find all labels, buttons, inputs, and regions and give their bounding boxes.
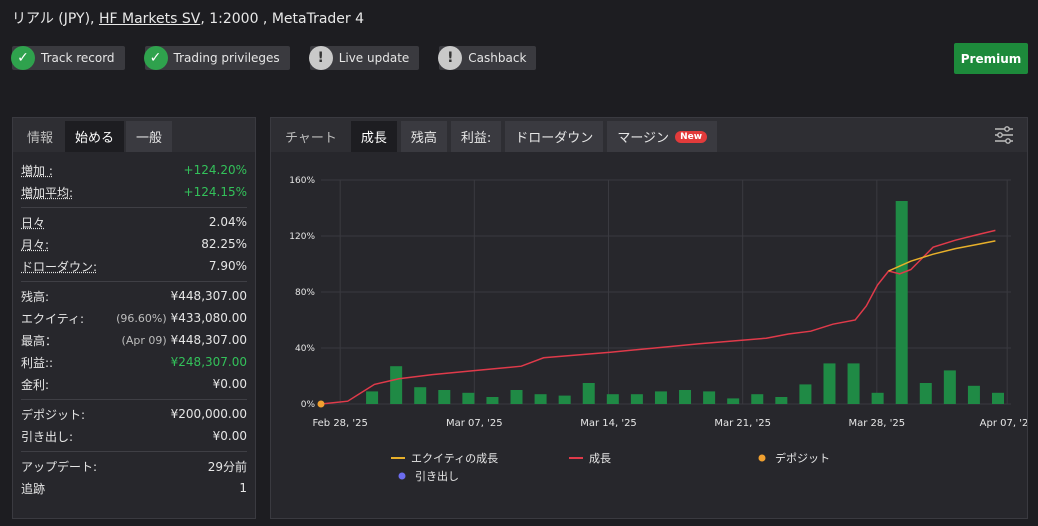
growth-bar — [919, 383, 932, 404]
chart-legend: エクイティの成長 成長 デポジット引き出し — [391, 451, 830, 483]
premium-button[interactable]: Premium — [954, 43, 1028, 74]
growth-bar — [943, 370, 956, 404]
y-tick-label: 160% — [289, 176, 315, 186]
x-tick-label: Feb 28, '25 — [312, 418, 367, 429]
badge-track-record[interactable]: ✓ Track record — [11, 46, 125, 70]
x-tick-label: Mar 28, '25 — [849, 418, 906, 429]
growth-bar — [366, 391, 379, 404]
legend-swatch — [758, 454, 766, 462]
filter-settings-icon[interactable] — [993, 124, 1015, 146]
growth-bar — [390, 366, 403, 404]
account-title: リアル (JPY), HF Markets SV, 1:2000 , MetaT… — [12, 11, 365, 27]
legend-label: 成長 — [589, 452, 611, 465]
x-tick-label: Mar 14, '25 — [580, 418, 637, 429]
stat-profit: 利益:: ¥248,307.00 — [21, 355, 247, 370]
growth-bar — [775, 397, 788, 404]
stat-highest: 最高： (Apr 09) ¥448,307.00 — [21, 333, 247, 348]
stats-panel: 情報 始める 一般 増加 : +124.20% 増加平均: +124.15% 日々 2… — [12, 117, 256, 519]
growth-line — [320, 229, 996, 405]
growth-bar — [414, 387, 427, 404]
legend-label: デポジット — [775, 451, 830, 465]
tab-start[interactable]: 始める — [65, 121, 125, 152]
stat-drawdown: ドローダウン: 7.90% — [21, 259, 247, 274]
tab-profit[interactable]: 利益: — [450, 121, 502, 152]
x-tick-label: Mar 07, '25 — [446, 418, 503, 429]
tab-balance[interactable]: 残高 — [400, 121, 447, 152]
badge-live-update[interactable]: ! Live update — [308, 46, 420, 70]
growth-bar — [967, 385, 980, 404]
stats-tabs: 情報 始める 一般 — [13, 118, 255, 152]
y-tick-label: 80% — [295, 288, 315, 298]
growth-bar — [895, 201, 908, 404]
stat-daily: 日々 2.04% — [21, 215, 247, 230]
growth-bar — [510, 390, 523, 404]
growth-bar — [558, 395, 571, 404]
tab-info[interactable]: 情報 — [17, 121, 64, 152]
stat-abs-gain: 増加平均: +124.15% — [21, 185, 247, 200]
legend-label: 引き出し — [415, 469, 459, 483]
exclamation-icon: ! — [308, 46, 333, 70]
growth-bar — [823, 363, 836, 404]
broker-link[interactable]: HF Markets SV — [99, 11, 200, 27]
legend-label: エクイティの成長 — [411, 452, 498, 465]
stat-monthly: 月々: 82.25% — [21, 237, 247, 252]
chart-bars — [366, 201, 1004, 404]
tab-growth[interactable]: 成長 — [350, 121, 397, 152]
deposit-marker — [317, 400, 325, 408]
stat-deposits: デポジット: ¥200,000.00 — [21, 407, 247, 422]
tab-margin[interactable]: マージン New — [607, 121, 718, 152]
growth-bar — [486, 397, 499, 404]
stat-gain: 増加 : +124.20% — [21, 163, 247, 178]
growth-bar — [438, 390, 451, 404]
growth-bar — [992, 392, 1004, 404]
badge-row: ✓ Track record ✓ Trading privileges ! Li… — [11, 46, 537, 70]
x-tick-label: Mar 21, '25 — [714, 418, 771, 429]
stat-equity: エクイティ: (96.60%) ¥433,080.00 — [21, 311, 247, 326]
x-tick-label: Apr 07, '25 — [980, 418, 1027, 429]
growth-bar — [606, 394, 619, 404]
chart-lines — [317, 229, 996, 408]
growth-chart: 160% 120% 80% 40% 0% Feb 28, '25 Mar 07, '25 M… — [289, 176, 1027, 483]
badge-cashback[interactable]: ! Cashback — [438, 46, 537, 70]
growth-bar — [727, 398, 740, 404]
check-icon: ✓ — [143, 46, 168, 70]
growth-bar — [654, 391, 667, 404]
growth-bar — [534, 394, 547, 404]
chart-x-labels: Feb 28, '25 Mar 07, '25 Mar 14, '25 Mar 21,… — [312, 418, 1027, 429]
growth-bar — [582, 383, 595, 404]
y-tick-label: 0% — [301, 400, 316, 410]
check-icon: ✓ — [11, 46, 35, 70]
growth-bar — [703, 391, 716, 404]
growth-bar — [679, 390, 692, 404]
chart-panel: チャート 成長 残高 利益: ドローダウン マージン New 160% 120% 80… — [270, 117, 1028, 519]
stat-updated: アップデート: 29分前 — [21, 459, 247, 474]
growth-bar — [799, 384, 812, 404]
stat-tracking: 追跡 1 — [21, 481, 247, 496]
legend-swatch — [398, 472, 406, 480]
y-tick-label: 120% — [289, 232, 315, 242]
exclamation-icon: ! — [438, 46, 463, 70]
badge-trading-privileges[interactable]: ✓ Trading privileges — [143, 46, 290, 70]
tab-drawdown[interactable]: ドローダウン — [505, 121, 604, 152]
growth-bar — [871, 392, 884, 404]
stat-interest: 金利: ¥0.00 — [21, 377, 247, 392]
chart-tabs: チャート 成長 残高 利益: ドローダウン マージン New — [271, 118, 1027, 152]
new-badge: New — [675, 130, 708, 143]
growth-bar — [751, 394, 764, 404]
tab-general[interactable]: 一般 — [126, 121, 173, 152]
tab-chart[interactable]: チャート — [275, 121, 347, 152]
y-tick-label: 40% — [295, 344, 315, 354]
growth-bar — [847, 363, 860, 404]
growth-bar — [630, 394, 643, 404]
chart-y-labels: 160% 120% 80% 40% 0% — [289, 176, 315, 410]
stat-balance: 残高: ¥448,307.00 — [21, 289, 247, 304]
growth-bar — [462, 392, 475, 404]
stat-withdrawals: 引き出し: ¥0.00 — [21, 429, 247, 444]
